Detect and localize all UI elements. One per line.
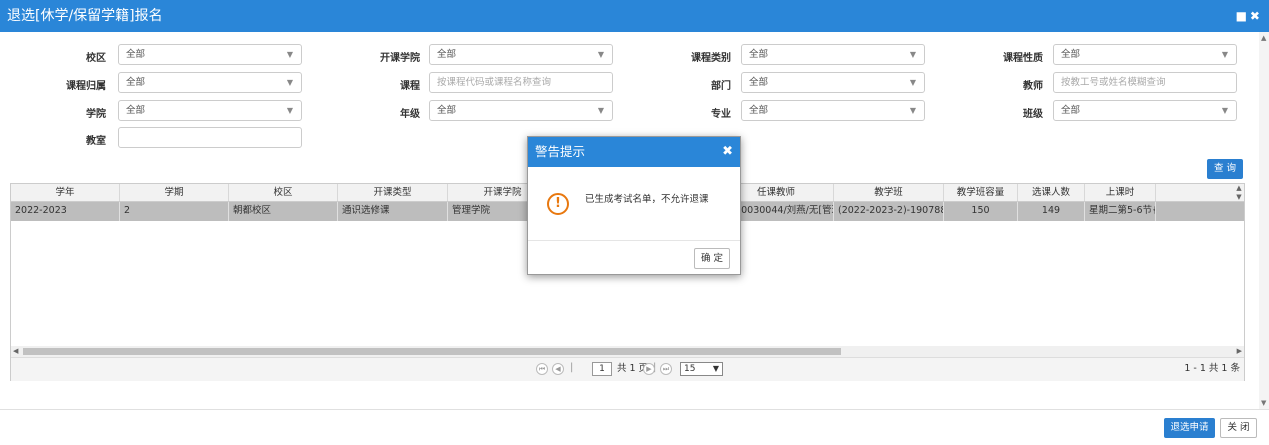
chevron-down-icon: ▼ — [909, 106, 916, 115]
filter-panel: 校区 全部 ▼ 开课学院 全部 ▼ 课程类别 全部 ▼ 课程性质 全部 ▼ 课程归属 全… — [0, 40, 1255, 150]
campus-value: 全部 — [126, 49, 146, 60]
horizontal-scrollbar[interactable]: ◀ ▶ — [11, 346, 1244, 357]
chevron-down-icon: ▼ — [1221, 106, 1228, 115]
column-header[interactable]: 校区 — [229, 184, 338, 201]
course-belong-select[interactable]: 全部 ▼ — [118, 72, 302, 93]
table-cell: 朝都校区 — [229, 202, 338, 221]
class-select[interactable]: 全部 ▼ — [1053, 100, 1237, 121]
college-open-value: 全部 — [437, 49, 457, 60]
close-icon[interactable]: ✖ — [722, 137, 733, 167]
chevron-down-icon: ▼ — [286, 106, 293, 115]
class-value: 全部 — [1061, 105, 1081, 116]
next-page-icon[interactable]: ▶ — [643, 363, 655, 375]
major-value: 全部 — [749, 105, 769, 116]
warning-dialog: 警告提示 ✖ ! 已生成考试名单，不允许退课 确 定 — [527, 136, 741, 275]
department-select[interactable]: 全部 ▼ — [741, 72, 925, 93]
table-cell: 2 — [120, 202, 229, 221]
teacher-input[interactable]: 按教工号或姓名模糊查询 — [1053, 72, 1237, 93]
column-header[interactable]: 教学班 — [834, 184, 944, 201]
chevron-down-icon: ▼ — [909, 50, 916, 59]
column-header[interactable]: 选课人数 — [1018, 184, 1085, 201]
table-cell: 星期二第5-6节{1 — [1085, 202, 1156, 221]
first-page-icon[interactable]: ⏮ — [536, 363, 548, 375]
dialog-message: 已生成考试名单，不允许退课 — [585, 194, 709, 205]
course-nature-label: 课程性质 — [1003, 53, 1043, 64]
chevron-down-icon: ▼ — [1221, 50, 1228, 59]
course-nature-value: 全部 — [1061, 49, 1081, 60]
chevron-down-icon: ▼ — [909, 78, 916, 87]
query-button[interactable]: 查 询 — [1207, 159, 1243, 179]
column-header[interactable]: 开课类型 — [338, 184, 448, 201]
course-belong-value: 全部 — [126, 77, 146, 88]
scroll-up-icon[interactable]: ▲ — [1261, 34, 1266, 42]
department-label: 部门 — [711, 81, 731, 92]
withdraw-apply-button[interactable]: 退选申请 — [1164, 418, 1215, 438]
class-label: 班级 — [1023, 109, 1043, 120]
page-size-value: 15 — [684, 364, 696, 374]
table-cell: 150 — [944, 202, 1018, 221]
campus-select[interactable]: 全部 ▼ — [118, 44, 302, 65]
course-category-label: 课程类别 — [691, 53, 731, 64]
pagination-bar: ⏮ ◀ | 1 共 1 页 | ▶ ⏭ 15▼ 1 - 1 共 1 条 — [11, 357, 1244, 381]
scroll-right-icon[interactable]: ▶ — [1237, 346, 1242, 357]
page-size-select[interactable]: 15 ▼ — [680, 362, 723, 376]
course-label: 课程 — [400, 81, 420, 92]
table-cell: (2022-2023-2)-19078800 — [834, 202, 944, 221]
dialog-divider — [528, 240, 740, 241]
warning-icon: ! — [547, 193, 569, 215]
college-open-label: 开课学院 — [380, 53, 420, 64]
department-value: 全部 — [749, 77, 769, 88]
course-nature-select[interactable]: 全部 ▼ — [1053, 44, 1237, 65]
column-header[interactable]: 教学班容量 — [944, 184, 1018, 201]
chevron-down-icon: ▼ — [597, 106, 604, 115]
college-open-select[interactable]: 全部 ▼ — [429, 44, 613, 65]
course-placeholder: 按课程代码或课程名称查询 — [437, 77, 552, 88]
sort-arrows-icon[interactable]: ▲ ▼ — [1234, 184, 1244, 202]
chevron-down-icon: ▼ — [286, 50, 293, 59]
college-label: 学院 — [86, 109, 106, 120]
chevron-down-icon: ▼ — [597, 50, 604, 59]
ok-button[interactable]: 确 定 — [694, 248, 730, 269]
window-controls-icon[interactable]: ■✖ — [1236, 0, 1263, 32]
window-title: 退选[休学/保留学籍]报名 — [7, 8, 163, 24]
classroom-label: 教室 — [86, 136, 106, 147]
grade-label: 年级 — [400, 109, 420, 120]
college-value: 全部 — [126, 105, 146, 116]
page-number-input[interactable]: 1 — [592, 362, 612, 376]
horizontal-scroll-thumb[interactable] — [23, 348, 841, 355]
teacher-label: 教师 — [1023, 81, 1043, 92]
footer-divider — [0, 409, 1269, 410]
grade-value: 全部 — [437, 105, 457, 116]
close-button[interactable]: 关 闭 — [1220, 418, 1257, 438]
column-header[interactable]: 学期 — [120, 184, 229, 201]
teacher-placeholder: 按教工号或姓名模糊查询 — [1061, 77, 1166, 88]
major-select[interactable]: 全部 ▼ — [741, 100, 925, 121]
college-select[interactable]: 全部 ▼ — [118, 100, 302, 121]
column-header[interactable]: 学年 — [11, 184, 120, 201]
table-cell: 通识选修课 — [338, 202, 448, 221]
chevron-down-icon: ▼ — [286, 78, 293, 87]
dialog-header: 警告提示 ✖ — [528, 137, 740, 167]
course-category-select[interactable]: 全部 ▼ — [741, 44, 925, 65]
table-cell: 2022-2023 — [11, 202, 120, 221]
column-header[interactable]: 上课时 — [1085, 184, 1156, 201]
dialog-title: 警告提示 — [535, 144, 586, 159]
record-count: 1 - 1 共 1 条 — [1184, 363, 1240, 374]
window-titlebar: 退选[休学/保留学籍]报名 ■✖ — [0, 0, 1269, 32]
chevron-down-icon: ▼ — [712, 364, 719, 373]
grade-select[interactable]: 全部 ▼ — [429, 100, 613, 121]
scroll-left-icon[interactable]: ◀ — [13, 346, 18, 357]
table-cell: 149 — [1018, 202, 1085, 221]
course-category-value: 全部 — [749, 49, 769, 60]
major-label: 专业 — [711, 109, 731, 120]
course-belong-label: 课程归属 — [66, 81, 106, 92]
last-page-icon[interactable]: ⏭ — [660, 363, 672, 375]
scroll-down-icon[interactable]: ▼ — [1261, 399, 1266, 407]
classroom-input[interactable] — [118, 127, 302, 148]
prev-page-icon[interactable]: ◀ — [552, 363, 564, 375]
pager-separator: | — [570, 362, 574, 373]
campus-label: 校区 — [86, 53, 106, 64]
page-vertical-scrollbar[interactable]: ▲ ▼ — [1259, 32, 1269, 409]
course-input[interactable]: 按课程代码或课程名称查询 — [429, 72, 613, 93]
